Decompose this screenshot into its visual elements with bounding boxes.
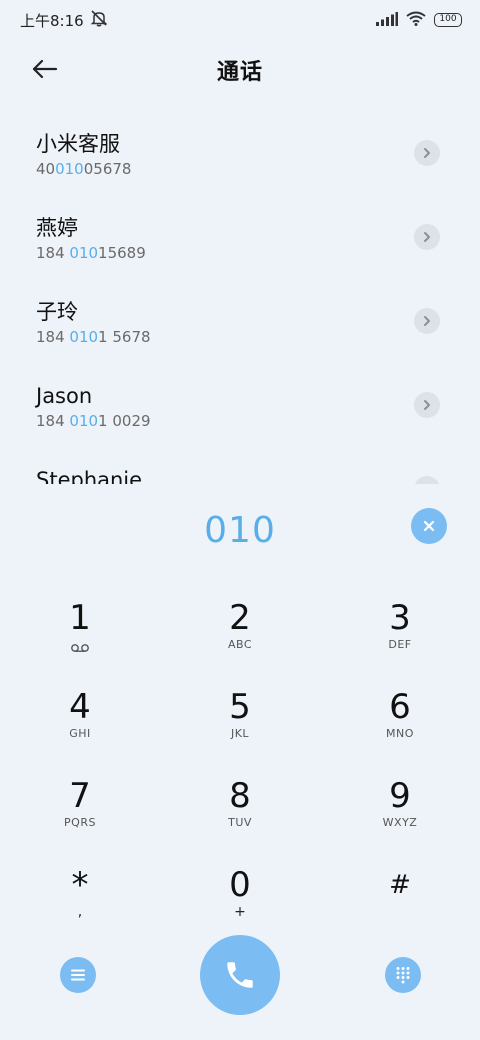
key-letters: MNO	[386, 727, 414, 740]
menu-icon	[71, 969, 85, 981]
key-digit: *	[71, 865, 89, 905]
key-star[interactable]: * ,	[0, 857, 160, 946]
status-right: 100	[376, 11, 462, 30]
key-3[interactable]: 3 DEF	[320, 590, 480, 679]
key-digit: 2	[229, 598, 251, 638]
contact-details-button[interactable]	[414, 140, 440, 166]
phone-icon	[227, 962, 253, 988]
signal-icon	[376, 11, 398, 30]
number-suffix: 05678	[83, 160, 132, 178]
contact-item[interactable]: 子玲 184 0101 5678	[0, 280, 480, 364]
key-letters: TUV	[228, 816, 252, 829]
key-hash[interactable]: #	[320, 857, 480, 946]
bottom-bar	[0, 935, 480, 1015]
chevron-right-icon	[424, 316, 430, 326]
dialed-number: 010	[204, 509, 276, 551]
contact-item[interactable]: 燕婷 184 01015689	[0, 196, 480, 280]
voicemail-icon	[70, 638, 90, 657]
contact-name: 小米客服	[36, 132, 120, 156]
clear-button[interactable]	[411, 508, 447, 544]
contact-name: Jason	[36, 384, 93, 408]
mute-icon	[90, 9, 108, 31]
contact-number: 184 0101 5678	[36, 326, 444, 348]
key-9[interactable]: 9 WXYZ	[320, 768, 480, 857]
contact-item[interactable]: 小米客服 4001005678	[0, 112, 480, 196]
key-1[interactable]: 1	[0, 590, 160, 679]
contact-details-button[interactable]	[414, 224, 440, 250]
key-2[interactable]: 2 ABC	[160, 590, 320, 679]
contact-name: 子玲	[36, 300, 78, 324]
back-arrow-icon	[32, 59, 58, 83]
menu-button[interactable]	[60, 957, 96, 993]
wifi-icon	[406, 11, 426, 30]
contact-list: 小米客服 4001005678 燕婷 184 01015689 子玲 184 0…	[0, 112, 480, 484]
status-bar: 上午8:16 100	[0, 0, 480, 40]
key-letters: WXYZ	[382, 816, 418, 829]
key-digit: 0	[229, 865, 251, 905]
contact-item[interactable]: Jason 184 0101 0029	[0, 364, 480, 448]
key-digit: 3	[389, 598, 411, 638]
dial-display: 010	[0, 490, 480, 570]
page-title: 通话	[216, 60, 263, 85]
key-letters: ABC	[227, 638, 253, 651]
dialpad-icon	[396, 967, 410, 984]
number-suffix: 1 0029	[98, 412, 151, 430]
contact-name: Stephanie	[36, 468, 143, 484]
number-prefix: 40	[36, 160, 56, 178]
number-prefix: 184	[36, 412, 70, 430]
contact-details-button[interactable]	[414, 308, 440, 334]
keypad-toggle-button[interactable]	[385, 957, 421, 993]
key-7[interactable]: 7 PQRS	[0, 768, 160, 857]
key-letters: DEF	[388, 638, 412, 651]
key-letters: JKL	[230, 727, 250, 740]
contact-number: 184 01015689	[36, 242, 444, 264]
chevron-right-icon	[422, 483, 432, 484]
number-prefix: 184	[36, 244, 70, 262]
number-match: 010	[69, 412, 99, 430]
chevron-right-icon	[424, 400, 430, 410]
number-match: 010	[69, 328, 99, 346]
status-time: 上午8:16	[20, 11, 84, 30]
chevron-right-icon	[424, 232, 430, 242]
battery-icon: 100	[434, 13, 462, 27]
key-letters: PQRS	[64, 816, 96, 829]
key-6[interactable]: 6 MNO	[320, 679, 480, 768]
contact-item[interactable]: Stephanie	[0, 448, 480, 484]
call-button[interactable]	[200, 935, 280, 1015]
number-prefix: 184	[36, 328, 70, 346]
key-digit: 5	[229, 687, 251, 727]
key-5[interactable]: 5 JKL	[160, 679, 320, 768]
number-match: 010	[69, 244, 99, 262]
close-icon	[423, 520, 435, 532]
key-4[interactable]: 4 GHI	[0, 679, 160, 768]
contact-name: 燕婷	[36, 216, 78, 240]
contact-number: 4001005678	[36, 158, 444, 180]
key-digit: 7	[69, 776, 91, 816]
status-left: 上午8:16	[20, 9, 108, 31]
number-suffix: 15689	[98, 244, 146, 262]
key-digit: 9	[389, 776, 411, 816]
key-digit: #	[389, 870, 411, 900]
key-8[interactable]: 8 TUV	[160, 768, 320, 857]
back-button[interactable]	[28, 54, 62, 88]
key-letters: ,	[77, 904, 83, 920]
chevron-right-icon	[424, 148, 430, 158]
key-letters: GHI	[69, 727, 91, 740]
key-letters: +	[234, 904, 246, 920]
key-digit: 8	[229, 776, 251, 816]
key-0[interactable]: 0 +	[160, 857, 320, 946]
contact-details-button[interactable]	[414, 392, 440, 418]
key-digit: 1	[69, 598, 91, 638]
number-match: 010	[55, 160, 84, 178]
key-digit: 6	[389, 687, 411, 727]
number-suffix: 1 5678	[98, 328, 151, 346]
header: 通话	[0, 44, 480, 96]
keypad: 1 2 ABC 3 DEF 4 GHI 5 JKL 6 MNO 7 PQRS 8…	[0, 590, 480, 946]
key-digit: 4	[69, 687, 91, 727]
contact-number: 184 0101 0029	[36, 410, 444, 432]
